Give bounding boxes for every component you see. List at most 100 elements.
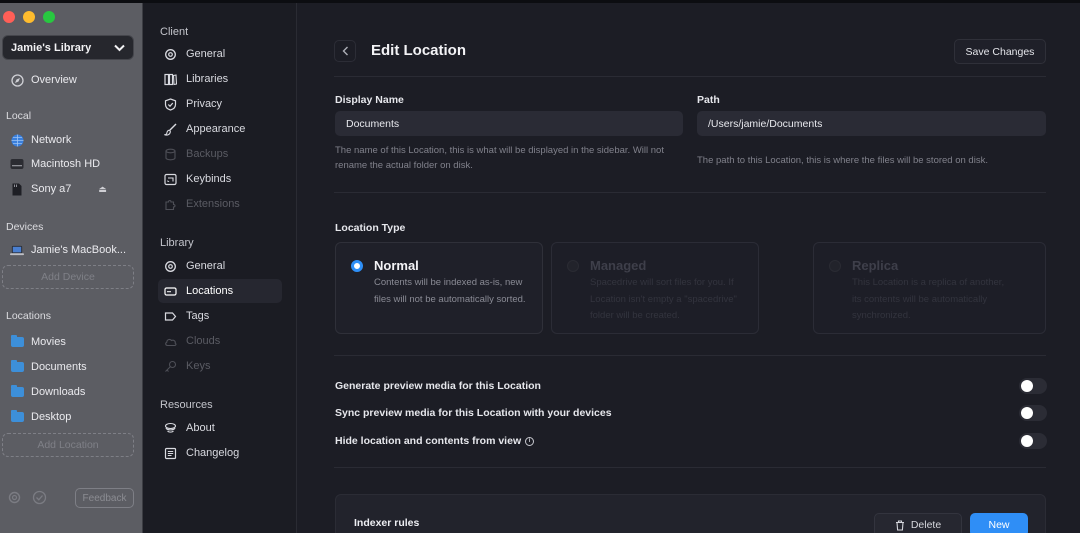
gear-icon[interactable] xyxy=(7,490,22,510)
chevron-down-icon xyxy=(114,44,125,51)
nav-item-general[interactable]: General xyxy=(158,42,282,66)
sidebar-item-documents[interactable]: Documents xyxy=(10,360,87,374)
generate-preview-toggle[interactable] xyxy=(1019,378,1047,394)
edit-location-page: Edit Location Save Changes Display Name … xyxy=(297,0,1080,533)
sidebar-item-sony-a7[interactable]: Sony a7 ⏏ xyxy=(10,182,107,196)
nav-item-keybinds[interactable]: Keybinds xyxy=(158,167,282,191)
indexer-rules-title: Indexer rules xyxy=(354,517,420,529)
sidebar-item-label: Sony a7 xyxy=(31,183,72,195)
sidebar-item-downloads[interactable]: Downloads xyxy=(10,385,85,399)
page-title: Edit Location xyxy=(371,42,466,59)
drive-icon xyxy=(164,286,177,296)
laptop-icon xyxy=(10,243,24,257)
path-help: The path to this Location, this is where… xyxy=(697,155,988,166)
tag-icon xyxy=(164,311,177,321)
info-icon[interactable]: i xyxy=(525,436,535,446)
sidebar-item-overview[interactable]: Overview xyxy=(10,73,77,87)
sync-preview-toggle[interactable] xyxy=(1019,405,1047,421)
nav-item-extensions: Extensions xyxy=(158,192,282,216)
delete-rule-button[interactable]: Delete xyxy=(874,513,962,533)
sidebar-item-macintosh-hd[interactable]: Macintosh HD xyxy=(10,157,100,171)
sidebar-item-label: Macintosh HD xyxy=(31,158,101,170)
radio-selected[interactable] xyxy=(351,260,363,272)
toggle-label: Generate preview media for this Location xyxy=(335,380,541,392)
new-rule-button[interactable]: New xyxy=(970,513,1028,533)
locations-heading: Locations xyxy=(6,310,51,322)
nav-item-libraries[interactable]: Libraries xyxy=(158,67,282,91)
section-divider xyxy=(334,355,1046,356)
nav-item-label: Backups xyxy=(186,148,229,160)
toggle-row-hide-location: Hide location and contents from view i xyxy=(335,433,1047,449)
folder-icon xyxy=(10,360,24,374)
sidebar-item-movies[interactable]: Movies xyxy=(10,335,66,349)
card-description: Spacedrive will sort files for you. If L… xyxy=(590,277,737,321)
window-controls xyxy=(3,11,55,23)
location-type-replica[interactable]: Replica This Location is a replica of an… xyxy=(813,242,1046,334)
nav-item-privacy[interactable]: Privacy xyxy=(158,92,282,116)
nav-item-label: Privacy xyxy=(186,98,223,110)
network-icon xyxy=(10,133,24,147)
indexer-rules-panel: Indexer rules Delete New xyxy=(335,494,1046,533)
folder-icon xyxy=(10,335,24,349)
folder-icon xyxy=(10,410,24,424)
card-description: This Location is a replica of another, i… xyxy=(852,277,1005,321)
nav-item-library-general[interactable]: General xyxy=(158,254,282,278)
nav-item-tags[interactable]: Tags xyxy=(158,304,282,328)
sidebar-item-network[interactable]: Network xyxy=(10,133,71,147)
radio-unselected[interactable] xyxy=(567,260,579,272)
nav-item-changelog[interactable]: Changelog xyxy=(158,441,282,465)
nav-item-about[interactable]: About xyxy=(158,416,282,440)
nav-item-label: General xyxy=(186,48,226,60)
nav-item-appearance[interactable]: Appearance xyxy=(158,117,282,141)
add-device-button[interactable]: Add Device xyxy=(2,265,134,289)
back-button[interactable] xyxy=(334,40,356,62)
sidebar-item-device[interactable]: Jamie's MacBook... xyxy=(10,243,126,257)
sidebar-footer-icons xyxy=(7,490,47,510)
chevron-left-icon xyxy=(342,46,348,56)
save-changes-button[interactable]: Save Changes xyxy=(954,39,1046,64)
books-icon xyxy=(164,73,177,85)
sidebar-item-label: Jamie's MacBook... xyxy=(31,244,127,256)
nav-item-keys: Keys xyxy=(158,354,282,378)
display-name-input[interactable]: Documents xyxy=(335,111,683,136)
path-label: Path xyxy=(697,94,720,106)
radio-unselected[interactable] xyxy=(829,260,841,272)
nav-item-label: General xyxy=(186,260,226,272)
toggle-label: Hide location and contents from view xyxy=(335,435,522,447)
delete-label: Delete xyxy=(910,519,942,531)
library-heading: Library xyxy=(160,237,194,249)
check-circle-icon[interactable] xyxy=(32,490,47,510)
toggle-label: Sync preview media for this Location wit… xyxy=(335,407,612,419)
nav-item-label: Changelog xyxy=(186,447,240,459)
folder-icon xyxy=(10,385,24,399)
minimize-window-button[interactable] xyxy=(23,11,35,23)
card-title: Replica xyxy=(852,258,899,273)
close-window-button[interactable] xyxy=(3,11,15,23)
devices-heading: Devices xyxy=(6,221,44,233)
path-input[interactable]: /Users/jamie/Documents xyxy=(697,111,1046,136)
toggle-row-sync-preview: Sync preview media for this Location wit… xyxy=(335,405,1047,421)
section-divider xyxy=(334,192,1046,193)
nav-item-label: Locations xyxy=(186,285,234,297)
client-heading: Client xyxy=(160,26,189,38)
location-type-managed[interactable]: Managed Spacedrive will sort files for y… xyxy=(551,242,759,334)
add-location-button[interactable]: Add Location xyxy=(2,433,134,457)
nav-item-label: Tags xyxy=(186,310,210,322)
location-type-normal[interactable]: Normal Contents will be indexed as-is, n… xyxy=(335,242,543,334)
card-description: Contents will be indexed as-is, new file… xyxy=(374,277,526,305)
hide-location-toggle[interactable] xyxy=(1019,433,1047,449)
library-selector[interactable]: Jamie's Library xyxy=(2,35,134,60)
nav-item-label: Libraries xyxy=(186,73,229,85)
settings-nav: Client General Libraries Privacy Appeara… xyxy=(143,0,297,533)
section-divider xyxy=(334,467,1046,468)
sidebar-item-desktop[interactable]: Desktop xyxy=(10,410,71,424)
nav-item-locations[interactable]: Locations xyxy=(158,279,282,303)
nav-item-label: Keybinds xyxy=(186,173,232,185)
eject-icon[interactable]: ⏏ xyxy=(98,184,107,195)
sidebar-item-label: Movies xyxy=(31,336,66,348)
app-window: Jamie's Library Overview Local Network M… xyxy=(0,0,1080,533)
zoom-window-button[interactable] xyxy=(43,11,55,23)
feedback-button[interactable]: Feedback xyxy=(75,488,134,508)
nav-item-clouds: Clouds xyxy=(158,329,282,353)
nav-item-label: Clouds xyxy=(186,335,221,347)
